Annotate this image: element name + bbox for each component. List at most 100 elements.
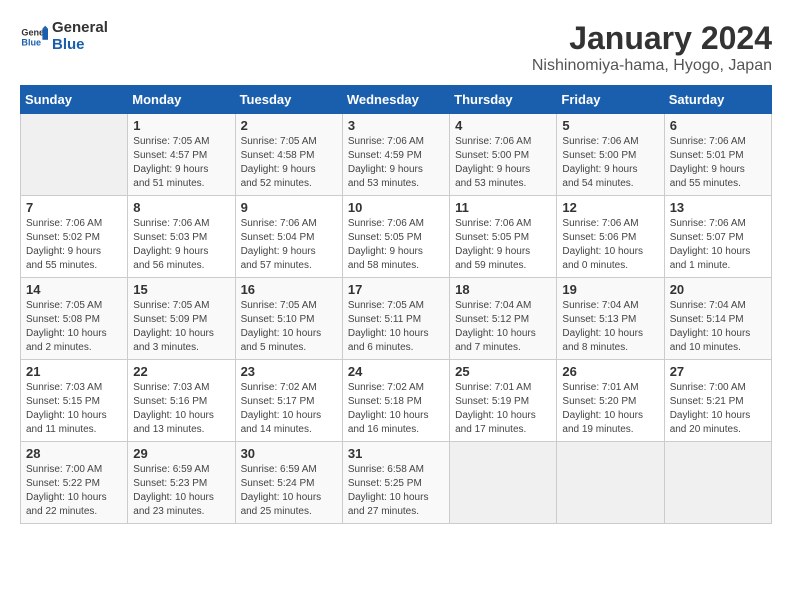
day-number: 31 — [348, 446, 444, 461]
day-number: 8 — [133, 200, 229, 215]
calendar-cell: 7Sunrise: 7:06 AM Sunset: 5:02 PM Daylig… — [21, 196, 128, 278]
day-number: 9 — [241, 200, 337, 215]
logo-icon: General Blue — [20, 23, 48, 51]
day-number: 21 — [26, 364, 122, 379]
weekday-header-friday: Friday — [557, 86, 664, 114]
day-number: 30 — [241, 446, 337, 461]
day-info: Sunrise: 7:05 AM Sunset: 4:58 PM Dayligh… — [241, 135, 337, 191]
calendar-cell: 13 Sunrise: 7:06 AM Sunset: 5:07 PM Dayli… — [664, 196, 771, 278]
day-info: Sunrise: 7:06 AM Sunset: 5:00 PM Dayligh… — [455, 135, 551, 191]
calendar-cell: 29 Sunrise: 6:59 AM Sunset: 5:23 PM Dayli… — [128, 442, 235, 524]
day-info: Sunrise: 7:06 AM Sunset: 5:07 PM Dayligh… — [670, 217, 766, 273]
calendar-cell: 25 Sunrise: 7:01 AM Sunset: 5:19 PM Dayli… — [450, 360, 557, 442]
calendar-week-row: 1Sunrise: 7:05 AM Sunset: 4:57 PM Daylig… — [21, 114, 772, 196]
calendar-cell: 22 Sunrise: 7:03 AM Sunset: 5:16 PM Dayli… — [128, 360, 235, 442]
day-number: 19 — [562, 282, 658, 297]
title-section: January 2024 Nishinomiya-hama, Hyogo, Ja… — [532, 20, 772, 75]
weekday-header-sunday: Sunday — [21, 86, 128, 114]
calendar-cell: 6 Sunrise: 7:06 AM Sunset: 5:01 PM Daylig… — [664, 114, 771, 196]
day-info: Sunrise: 7:01 AM Sunset: 5:20 PM Dayligh… — [562, 381, 658, 437]
calendar-cell: 12 Sunrise: 7:06 AM Sunset: 5:06 PM Dayli… — [557, 196, 664, 278]
day-info: Sunrise: 7:06 AM Sunset: 5:01 PM Dayligh… — [670, 135, 766, 191]
calendar-cell: 15Sunrise: 7:05 AM Sunset: 5:09 PM Dayli… — [128, 278, 235, 360]
day-number: 2 — [241, 118, 337, 133]
calendar-table: SundayMondayTuesdayWednesdayThursdayFrid… — [20, 85, 772, 524]
day-info: Sunrise: 7:02 AM Sunset: 5:17 PM Dayligh… — [241, 381, 337, 437]
day-info: Sunrise: 7:06 AM Sunset: 5:03 PM Dayligh… — [133, 217, 229, 273]
calendar-cell: 8 Sunrise: 7:06 AM Sunset: 5:03 PM Daylig… — [128, 196, 235, 278]
weekday-header-monday: Monday — [128, 86, 235, 114]
day-number: 23 — [241, 364, 337, 379]
calendar-week-row: 7Sunrise: 7:06 AM Sunset: 5:02 PM Daylig… — [21, 196, 772, 278]
day-number: 12 — [562, 200, 658, 215]
calendar-cell — [450, 442, 557, 524]
calendar-cell: 16 Sunrise: 7:05 AM Sunset: 5:10 PM Dayli… — [235, 278, 342, 360]
day-number: 14 — [26, 282, 122, 297]
day-info: Sunrise: 7:05 AM Sunset: 4:57 PM Dayligh… — [133, 135, 229, 191]
weekday-header-saturday: Saturday — [664, 86, 771, 114]
day-info: Sunrise: 6:59 AM Sunset: 5:23 PM Dayligh… — [133, 463, 229, 519]
day-info: Sunrise: 7:04 AM Sunset: 5:12 PM Dayligh… — [455, 299, 551, 355]
day-info: Sunrise: 7:00 AM Sunset: 5:21 PM Dayligh… — [670, 381, 766, 437]
day-info: Sunrise: 7:06 AM Sunset: 5:06 PM Dayligh… — [562, 217, 658, 273]
calendar-cell: 24 Sunrise: 7:02 AM Sunset: 5:18 PM Dayli… — [342, 360, 449, 442]
day-number: 22 — [133, 364, 229, 379]
day-info: Sunrise: 7:03 AM Sunset: 5:16 PM Dayligh… — [133, 381, 229, 437]
calendar-cell: 26 Sunrise: 7:01 AM Sunset: 5:20 PM Dayli… — [557, 360, 664, 442]
calendar-subtitle: Nishinomiya-hama, Hyogo, Japan — [532, 57, 772, 75]
day-number: 25 — [455, 364, 551, 379]
calendar-cell: 20Sunrise: 7:04 AM Sunset: 5:14 PM Dayli… — [664, 278, 771, 360]
calendar-cell — [664, 442, 771, 524]
day-info: Sunrise: 7:05 AM Sunset: 5:09 PM Dayligh… — [133, 299, 229, 355]
day-info: Sunrise: 7:05 AM Sunset: 5:11 PM Dayligh… — [348, 299, 444, 355]
calendar-cell: 5Sunrise: 7:06 AM Sunset: 5:00 PM Daylig… — [557, 114, 664, 196]
day-number: 5 — [562, 118, 658, 133]
calendar-cell: 1Sunrise: 7:05 AM Sunset: 4:57 PM Daylig… — [128, 114, 235, 196]
day-info: Sunrise: 7:05 AM Sunset: 5:10 PM Dayligh… — [241, 299, 337, 355]
logo-blue-text: Blue — [52, 37, 108, 54]
day-number: 27 — [670, 364, 766, 379]
calendar-cell: 18Sunrise: 7:04 AM Sunset: 5:12 PM Dayli… — [450, 278, 557, 360]
day-number: 20 — [670, 282, 766, 297]
calendar-cell: 31 Sunrise: 6:58 AM Sunset: 5:25 PM Dayli… — [342, 442, 449, 524]
day-info: Sunrise: 7:06 AM Sunset: 5:05 PM Dayligh… — [348, 217, 444, 273]
day-number: 6 — [670, 118, 766, 133]
weekday-header-thursday: Thursday — [450, 86, 557, 114]
day-number: 16 — [241, 282, 337, 297]
calendar-cell — [557, 442, 664, 524]
calendar-week-row: 28Sunrise: 7:00 AM Sunset: 5:22 PM Dayli… — [21, 442, 772, 524]
svg-text:Blue: Blue — [21, 37, 41, 47]
day-info: Sunrise: 6:58 AM Sunset: 5:25 PM Dayligh… — [348, 463, 444, 519]
calendar-cell: 23 Sunrise: 7:02 AM Sunset: 5:17 PM Dayli… — [235, 360, 342, 442]
calendar-cell: 11 Sunrise: 7:06 AM Sunset: 5:05 PM Dayli… — [450, 196, 557, 278]
weekday-header-row: SundayMondayTuesdayWednesdayThursdayFrid… — [21, 86, 772, 114]
day-info: Sunrise: 7:02 AM Sunset: 5:18 PM Dayligh… — [348, 381, 444, 437]
day-info: Sunrise: 7:01 AM Sunset: 5:19 PM Dayligh… — [455, 381, 551, 437]
day-info: Sunrise: 7:06 AM Sunset: 5:02 PM Dayligh… — [26, 217, 122, 273]
day-number: 24 — [348, 364, 444, 379]
day-number: 11 — [455, 200, 551, 215]
day-info: Sunrise: 7:06 AM Sunset: 5:05 PM Dayligh… — [455, 217, 551, 273]
day-info: Sunrise: 7:05 AM Sunset: 5:08 PM Dayligh… — [26, 299, 122, 355]
weekday-header-tuesday: Tuesday — [235, 86, 342, 114]
day-number: 28 — [26, 446, 122, 461]
calendar-cell: 27 Sunrise: 7:00 AM Sunset: 5:21 PM Dayli… — [664, 360, 771, 442]
day-number: 3 — [348, 118, 444, 133]
page-header: General Blue General Blue January 2024 N… — [20, 20, 772, 75]
calendar-week-row: 21Sunrise: 7:03 AM Sunset: 5:15 PM Dayli… — [21, 360, 772, 442]
day-number: 26 — [562, 364, 658, 379]
calendar-week-row: 14 Sunrise: 7:05 AM Sunset: 5:08 PM Dayli… — [21, 278, 772, 360]
calendar-cell — [21, 114, 128, 196]
calendar-cell: 2 Sunrise: 7:05 AM Sunset: 4:58 PM Daylig… — [235, 114, 342, 196]
day-number: 4 — [455, 118, 551, 133]
day-number: 29 — [133, 446, 229, 461]
day-number: 10 — [348, 200, 444, 215]
day-number: 13 — [670, 200, 766, 215]
calendar-cell: 19 Sunrise: 7:04 AM Sunset: 5:13 PM Dayli… — [557, 278, 664, 360]
calendar-cell: 21Sunrise: 7:03 AM Sunset: 5:15 PM Dayli… — [21, 360, 128, 442]
calendar-title: January 2024 — [532, 20, 772, 57]
calendar-cell: 9Sunrise: 7:06 AM Sunset: 5:04 PM Daylig… — [235, 196, 342, 278]
day-number: 17 — [348, 282, 444, 297]
day-info: Sunrise: 7:04 AM Sunset: 5:13 PM Dayligh… — [562, 299, 658, 355]
calendar-cell: 4 Sunrise: 7:06 AM Sunset: 5:00 PM Daylig… — [450, 114, 557, 196]
